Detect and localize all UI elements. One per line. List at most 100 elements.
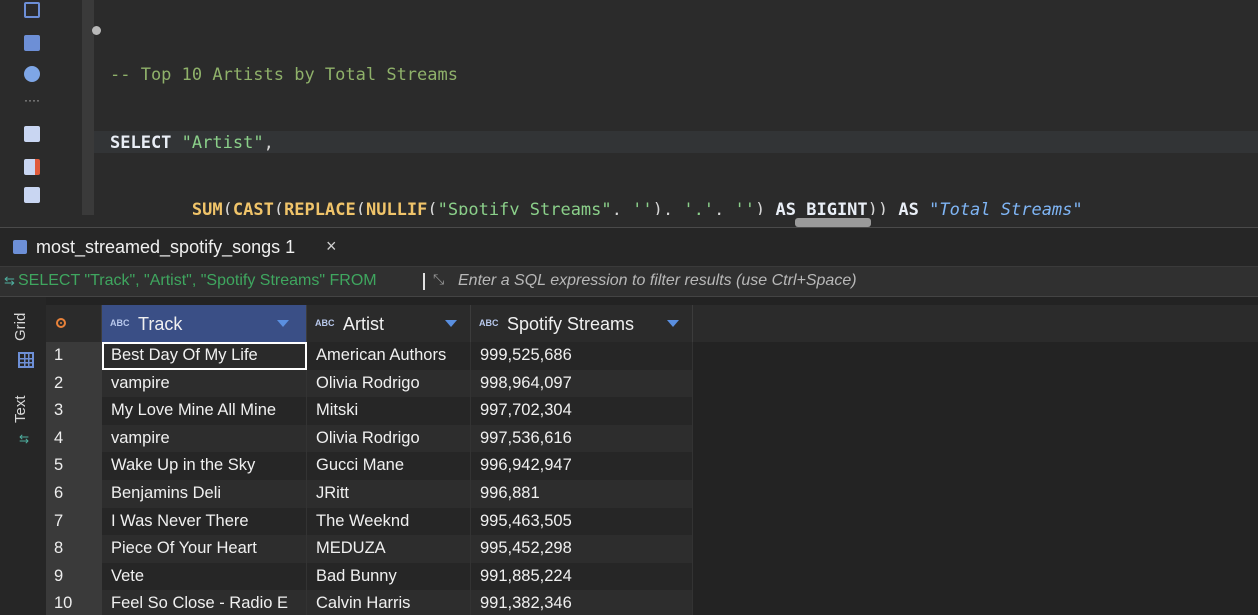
row-number[interactable]: 7 — [46, 507, 102, 536]
cell-artist[interactable]: The Weeknd — [307, 507, 471, 536]
cell-spotify-streams[interactable]: 991,382,346 — [471, 590, 693, 615]
splitter-toggle-handle[interactable] — [795, 218, 871, 227]
cell-track[interactable]: Benjamins Deli — [102, 480, 307, 508]
empty-grid-area — [693, 535, 1258, 564]
settings-gear-icon[interactable] — [24, 66, 40, 82]
expand-icon[interactable]: ⤡ — [433, 271, 444, 288]
close-tab-icon[interactable]: × — [326, 236, 337, 257]
cell-track[interactable]: Feel So Close - Radio E — [102, 590, 307, 615]
row-number-header[interactable] — [46, 305, 102, 342]
cell-spotify-streams[interactable]: 997,702,304 — [471, 397, 693, 426]
cell-artist[interactable]: Calvin Harris — [307, 590, 471, 615]
grid-icon[interactable] — [18, 352, 34, 368]
row-number[interactable]: 10 — [46, 590, 102, 615]
grid-header: ABC Track ABC Artist ABC Spotify Streams — [46, 305, 1258, 342]
cell-track[interactable]: I Was Never There — [102, 507, 307, 536]
row-number[interactable]: 1 — [46, 342, 102, 370]
row-number[interactable]: 9 — [46, 562, 102, 591]
cell-spotify-streams[interactable]: 995,452,298 — [471, 535, 693, 564]
cell-track[interactable]: My Love Mine All Mine — [102, 397, 307, 426]
table-row[interactable]: 2 vampire Olivia Rodrigo 998,964,097 — [46, 369, 1258, 398]
grid-view-tab[interactable]: Grid — [12, 305, 38, 349]
table-row[interactable]: 6 Benjamins Deli JRitt 996,881 — [46, 480, 1258, 508]
table-icon — [13, 240, 27, 254]
panel-splitter[interactable] — [0, 215, 1258, 228]
cell-spotify-streams[interactable]: 991,885,224 — [471, 562, 693, 591]
sort-arrow-icon[interactable] — [667, 320, 679, 327]
results-tab-bar: most_streamed_spotify_songs 1 × — [0, 228, 1258, 267]
cell-artist[interactable]: JRitt — [307, 480, 471, 508]
view-switcher: Grid Text — [0, 297, 46, 615]
table-row[interactable]: 7I Was Never There The Weeknd 995,463,505 — [46, 507, 1258, 536]
empty-grid-area — [693, 590, 1258, 615]
table-row[interactable]: 4 vampire Olivia Rodrigo 997,536,616 — [46, 424, 1258, 453]
cell-spotify-streams[interactable]: 996,881 — [471, 480, 693, 508]
file-error-icon[interactable] — [24, 159, 40, 175]
cell-artist[interactable]: Olivia Rodrigo — [307, 424, 471, 453]
cell-track[interactable]: vampire — [102, 424, 307, 453]
cell-track[interactable]: Best Day Of My Life — [102, 342, 307, 370]
row-number[interactable]: 2 — [46, 369, 102, 398]
text-type-icon: ABC — [479, 318, 499, 328]
cell-spotify-streams[interactable]: 998,964,097 — [471, 369, 693, 398]
text-icon[interactable]: ⇆ — [19, 432, 29, 446]
record-mode-icon[interactable] — [56, 318, 66, 328]
row-number[interactable]: 5 — [46, 452, 102, 481]
table-row[interactable]: 8 Piece Of Your Heart MEDUZA 995,452,298 — [46, 535, 1258, 564]
script-list-icon[interactable] — [24, 2, 40, 18]
column-label-artist: Artist — [343, 314, 385, 334]
filter-query-text: SELECT "Track", "Artist", "Spotify Strea… — [18, 272, 377, 289]
more-icon[interactable]: ···· — [24, 94, 40, 112]
column-header-artist[interactable]: ABC Artist — [307, 305, 471, 342]
results-grid[interactable]: ABC Track ABC Artist ABC Spotify Streams… — [46, 297, 1258, 615]
text-type-icon: ABC — [110, 318, 130, 328]
row-number[interactable]: 6 — [46, 480, 102, 508]
filter-input[interactable]: Enter a SQL expression to filter results… — [458, 272, 857, 290]
cell-artist[interactable]: Olivia Rodrigo — [307, 369, 471, 398]
editor-toolbar: ···· — [16, 0, 48, 222]
empty-grid-area — [693, 369, 1258, 398]
fold-marker-icon[interactable] — [92, 26, 101, 35]
results-tab[interactable]: most_streamed_spotify_songs 1 — [36, 237, 295, 258]
cell-artist[interactable]: MEDUZA — [307, 535, 471, 564]
table-row[interactable]: 10 Feel So Close - Radio E Calvin Harris 99… — [46, 590, 1258, 615]
sort-arrow-icon[interactable] — [277, 320, 289, 327]
row-number[interactable]: 3 — [46, 397, 102, 426]
table-row[interactable]: 3 My Love Mine All Mine Mitski 997,702,304 — [46, 397, 1258, 426]
cell-track[interactable]: Vete — [102, 562, 307, 591]
cell-artist[interactable]: Gucci Mane — [307, 452, 471, 481]
cell-spotify-streams[interactable]: 999,525,686 — [471, 342, 693, 370]
cell-artist[interactable]: Bad Bunny — [307, 562, 471, 591]
export-icon[interactable] — [24, 126, 40, 142]
empty-grid-area — [693, 424, 1258, 453]
terminal-icon[interactable] — [24, 35, 40, 51]
column-label-spotify-streams: Spotify Streams — [507, 314, 635, 334]
sort-arrow-icon[interactable] — [445, 320, 457, 327]
column-header-track[interactable]: ABC Track — [102, 305, 307, 342]
cell-spotify-streams[interactable]: 997,536,616 — [471, 424, 693, 453]
filter-sql-icon: ⇆ — [4, 273, 15, 288]
code-line-2: SELECT "Artist", — [110, 132, 274, 153]
empty-grid-area — [693, 480, 1258, 508]
table-row[interactable]: 5 Wake Up in the Sky Gucci Mane 996,942,947 — [46, 452, 1258, 481]
table-row[interactable]: 1 Best Day Of My Life American Authors 999,… — [46, 342, 1258, 370]
text-view-tab[interactable]: Text — [12, 389, 38, 429]
text-caret — [423, 273, 425, 290]
cell-track[interactable]: Wake Up in the Sky — [102, 452, 307, 481]
sql-editor[interactable]: ···· -- Top 10 Artists by Total Streams … — [0, 0, 1258, 558]
column-label-track: Track — [138, 314, 183, 334]
cell-spotify-streams[interactable]: 995,463,505 — [471, 507, 693, 536]
column-header-spotify-streams[interactable]: ABC Spotify Streams — [471, 305, 693, 342]
cell-track[interactable]: vampire — [102, 369, 307, 398]
text-type-icon: ABC — [315, 318, 335, 328]
empty-grid-area — [693, 507, 1258, 536]
cell-spotify-streams[interactable]: 996,942,947 — [471, 452, 693, 481]
variables-icon[interactable] — [24, 187, 40, 203]
cell-track[interactable]: Piece Of Your Heart — [102, 535, 307, 564]
table-row[interactable]: 9 Vete Bad Bunny 991,885,224 — [46, 562, 1258, 591]
row-number[interactable]: 4 — [46, 424, 102, 453]
cell-artist[interactable]: Mitski — [307, 397, 471, 426]
cell-artist[interactable]: American Authors — [307, 342, 471, 370]
empty-grid-area — [693, 452, 1258, 481]
row-number[interactable]: 8 — [46, 535, 102, 564]
